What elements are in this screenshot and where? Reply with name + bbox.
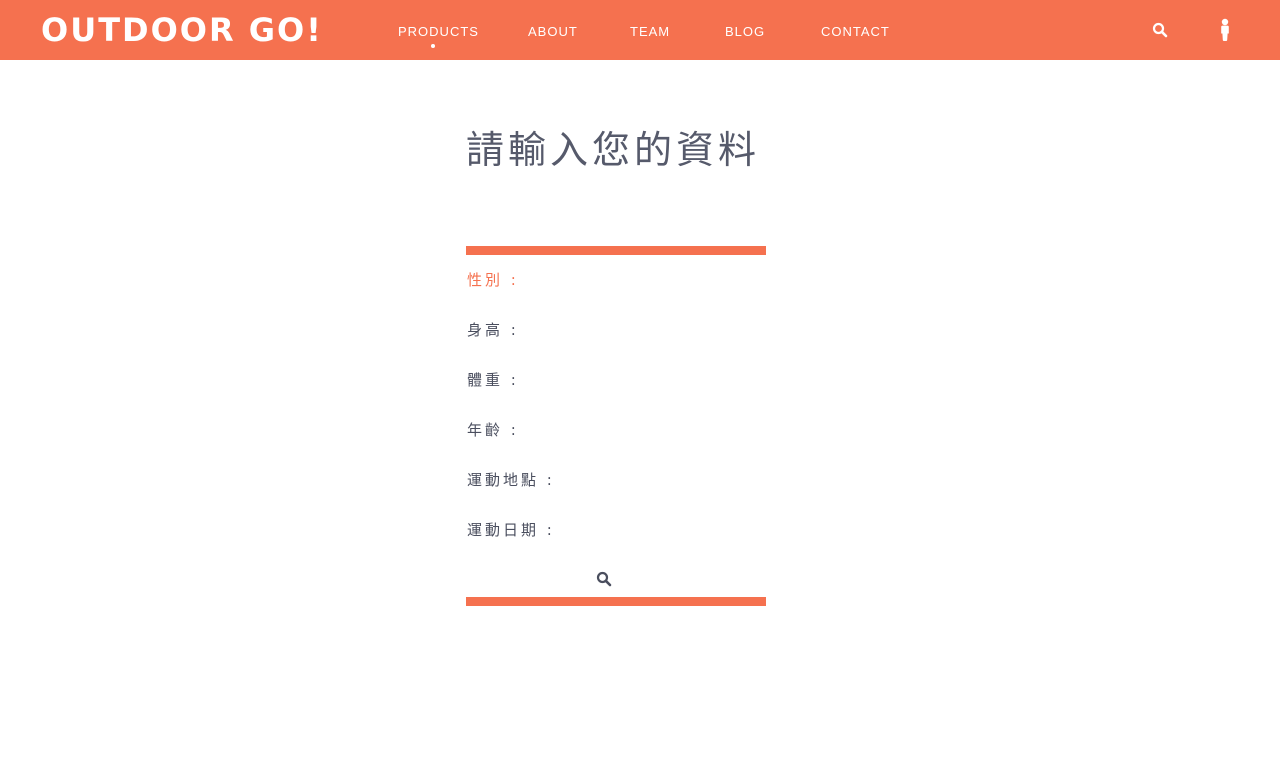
age-field[interactable]: 年齡 : xyxy=(467,420,519,440)
nav-item-blog[interactable]: BLOG xyxy=(725,24,765,40)
user-icon[interactable] xyxy=(1218,18,1232,42)
form-top-divider xyxy=(466,246,766,255)
nav-item-contact[interactable]: CONTACT xyxy=(821,24,890,40)
exercise-date-field[interactable]: 運動日期 : xyxy=(467,520,555,540)
active-indicator-dot xyxy=(431,44,435,48)
search-icon[interactable] xyxy=(1152,22,1168,38)
weight-field[interactable]: 體重 : xyxy=(467,370,519,390)
nav-item-team[interactable]: TEAM xyxy=(630,24,670,40)
search-submit-icon[interactable] xyxy=(596,571,612,587)
top-navbar: OUTDOOR GO! PRODUCTS ABOUT TEAM BLOG CON… xyxy=(0,0,1280,60)
page-title: 請輸入您的資料 xyxy=(465,128,760,172)
nav-item-about[interactable]: ABOUT xyxy=(528,24,578,40)
form-bottom-divider xyxy=(466,597,766,606)
gender-field[interactable]: 性別 : xyxy=(467,270,519,290)
nav-item-products[interactable]: PRODUCTS xyxy=(398,24,479,40)
height-field[interactable]: 身高 : xyxy=(467,320,519,340)
exercise-location-field[interactable]: 運動地點 : xyxy=(467,470,555,490)
brand-logo[interactable]: OUTDOOR GO! xyxy=(41,10,323,50)
